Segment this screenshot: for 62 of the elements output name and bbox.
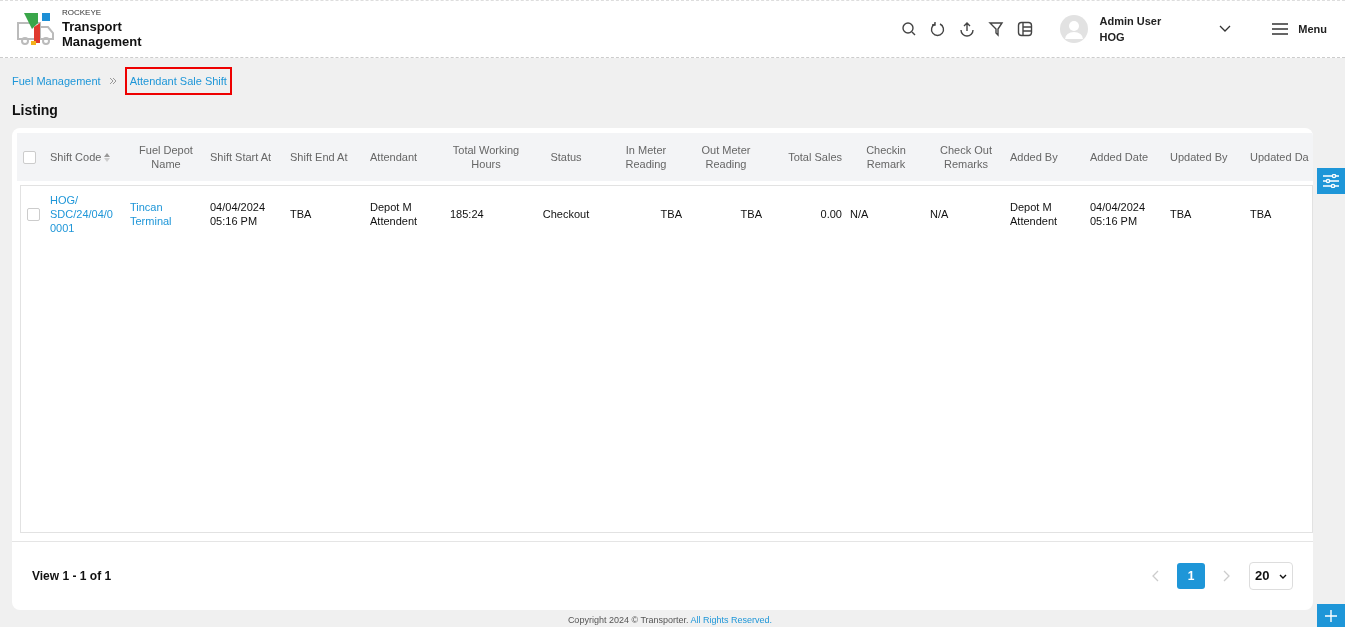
- upload-icon[interactable]: [958, 21, 975, 37]
- double-chevron-icon: [108, 77, 117, 85]
- filter-icon[interactable]: [987, 21, 1004, 37]
- column-settings-button[interactable]: [1317, 168, 1345, 194]
- column-header[interactable]: Fuel Depot Name: [130, 143, 202, 171]
- sort-icon: [104, 152, 111, 162]
- user-org: HOG: [1099, 30, 1126, 45]
- table-link[interactable]: Tincan Terminal: [130, 200, 202, 228]
- table-cell: Checkout: [542, 207, 590, 221]
- refresh-icon[interactable]: [929, 21, 946, 37]
- brand-company: ROCKEYE: [62, 9, 103, 17]
- column-header[interactable]: Shift Code: [50, 150, 111, 164]
- caret-icon: [1279, 573, 1287, 579]
- columns-icon[interactable]: [1016, 21, 1033, 37]
- plus-icon: [1325, 610, 1337, 622]
- copyright-text: Copyright 2024 © Transporter. All Rights Reserved.: [566, 615, 774, 626]
- sliders-icon: [1323, 174, 1339, 188]
- table-cell: N/A: [930, 207, 949, 221]
- table-cell: TBA: [740, 207, 762, 221]
- column-header[interactable]: Added By: [1010, 150, 1058, 164]
- column-header[interactable]: Shift End At: [290, 150, 348, 164]
- table-cell-text: 04/04/2024 05:16 PM: [210, 200, 267, 228]
- column-header[interactable]: Shift Start At: [210, 150, 272, 164]
- column-header[interactable]: Updated By: [1170, 150, 1228, 164]
- column-header[interactable]: Attendant: [370, 150, 418, 164]
- chevron-down-icon[interactable]: [1219, 25, 1232, 33]
- add-button[interactable]: [1317, 604, 1345, 627]
- column-header[interactable]: In Meter Reading: [610, 143, 682, 171]
- search-icon[interactable]: [900, 21, 917, 37]
- row-checkbox[interactable]: [27, 207, 40, 221]
- table-cell: TBA: [660, 207, 682, 221]
- table-cell: N/A: [850, 207, 869, 221]
- column-header[interactable]: Status: [550, 150, 582, 164]
- pagination-summary: View 1 - 1 of 1: [32, 568, 112, 585]
- column-header[interactable]: Total Working Hours: [450, 143, 522, 171]
- table-cell: TBA: [290, 207, 312, 221]
- column-header[interactable]: Updated Da: [1250, 150, 1309, 164]
- column-header[interactable]: Added Date: [1090, 150, 1149, 164]
- menu-icon: [1272, 23, 1289, 35]
- rights-link[interactable]: All Rights Reserved.: [690, 615, 773, 625]
- table-cell: TBA: [1250, 207, 1272, 221]
- page-title: Listing: [11, 101, 59, 120]
- table-cell-text: Depot M Attendent: [370, 200, 419, 228]
- column-header[interactable]: Check Out Remarks: [930, 143, 1002, 171]
- table-link[interactable]: HOG/ SDC/24/04/0 0001: [50, 193, 122, 235]
- truck-logo-icon: [16, 11, 56, 47]
- table-cell: 0.00: [820, 207, 842, 221]
- brand-title: Transport Management: [62, 19, 143, 49]
- select-all-checkbox[interactable]: [23, 150, 36, 164]
- user-name: Admin User: [1099, 14, 1162, 29]
- page-button[interactable]: 1: [1177, 563, 1205, 589]
- page-size-select[interactable]: 20: [1249, 562, 1293, 590]
- menu-button[interactable]: Menu: [1272, 20, 1327, 38]
- table-cell-text: 04/04/2024 05:16 PM: [1090, 200, 1147, 228]
- breadcrumb-link[interactable]: Attendant Sale Shift: [124, 66, 232, 96]
- column-header[interactable]: Checkin Remark: [850, 143, 922, 171]
- table-cell-text: Depot M Attendent: [1010, 200, 1059, 228]
- column-header[interactable]: Out Meter Reading: [690, 143, 762, 171]
- table-cell: TBA: [1170, 207, 1192, 221]
- table-cell: 185:24: [450, 207, 484, 221]
- column-header[interactable]: Total Sales: [788, 150, 842, 164]
- breadcrumb-link[interactable]: Fuel Management: [12, 72, 101, 90]
